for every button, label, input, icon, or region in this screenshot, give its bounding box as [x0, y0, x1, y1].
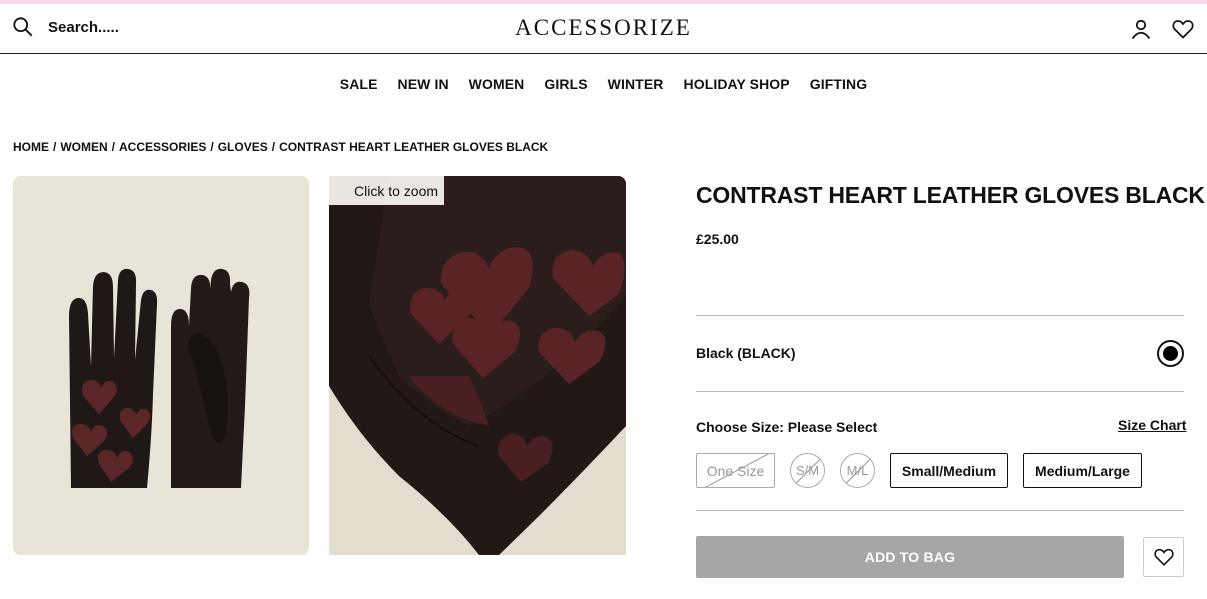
breadcrumb-separator: / [271, 140, 276, 154]
size-option-s-m[interactable]: S/M [790, 453, 825, 488]
wishlist-heart-icon[interactable] [1171, 17, 1195, 41]
breadcrumb-current: CONTRAST HEART LEATHER GLOVES BLACK [279, 140, 549, 154]
divider [696, 510, 1184, 511]
size-option-medium-large[interactable]: Medium/Large [1023, 453, 1142, 488]
heart-icon [1153, 548, 1174, 566]
product-image-main[interactable] [13, 176, 309, 555]
product-title: CONTRAST HEART LEATHER GLOVES BLACK [696, 182, 1205, 208]
breadcrumb-separator: / [53, 140, 57, 154]
size-chart-link[interactable]: Size Chart [1118, 417, 1186, 433]
left-glove [69, 268, 158, 488]
size-option-one-size[interactable]: One Size [696, 453, 775, 488]
nav-item-winter[interactable]: WINTER [608, 76, 664, 92]
add-to-wishlist-button[interactable] [1143, 537, 1184, 577]
breadcrumb-home[interactable]: HOME [13, 140, 49, 154]
colour-label: Black (BLACK) [696, 345, 796, 361]
size-label: One Size [706, 462, 765, 479]
nav-item-women[interactable]: WOMEN [469, 76, 525, 92]
nav-item-holiday-shop[interactable]: HOLIDAY SHOP [684, 76, 790, 92]
colour-swatch-black[interactable] [1157, 340, 1184, 367]
choose-size-label: Choose Size: Please Select [696, 419, 878, 435]
breadcrumb: HOME / WOMEN / ACCESSORIES / GLOVES / CONTRA… [13, 140, 548, 154]
nav-item-new-in[interactable]: NEW IN [398, 76, 449, 92]
product-image-closeup[interactable]: Click to zoom [329, 176, 626, 555]
site-logo[interactable]: ACCESSORIZE [0, 15, 1207, 41]
nav-item-girls[interactable]: GIRLS [544, 76, 587, 92]
breadcrumb-separator: / [210, 140, 214, 154]
nav-item-sale[interactable]: SALE [340, 76, 378, 92]
main-navigation: SALE NEW IN WOMEN GIRLS WINTER HOLIDAY S… [0, 76, 1207, 92]
size-label: S/M [795, 463, 820, 478]
breadcrumb-accessories[interactable]: ACCESSORIES [119, 140, 206, 154]
product-price: £25.00 [696, 231, 739, 247]
site-header: ACCESSORIZE [0, 4, 1207, 54]
size-option-m-l[interactable]: M/L [840, 453, 875, 488]
size-option-small-medium[interactable]: Small/Medium [890, 453, 1008, 488]
click-to-zoom-label[interactable]: Click to zoom [329, 176, 445, 205]
divider [696, 315, 1184, 316]
size-label: Small/Medium [901, 462, 997, 479]
breadcrumb-women[interactable]: WOMEN [60, 140, 107, 154]
add-to-bag-button[interactable]: ADD TO BAG [696, 536, 1124, 578]
breadcrumb-separator: / [111, 140, 116, 154]
gloves-closeup-image [329, 176, 626, 555]
size-label: Medium/Large [1035, 462, 1130, 479]
size-label: M/L [846, 463, 869, 478]
nav-item-gifting[interactable]: GIFTING [810, 76, 867, 92]
gloves-pair-image [13, 176, 309, 555]
divider [696, 391, 1184, 392]
account-icon[interactable] [1129, 17, 1153, 41]
breadcrumb-gloves[interactable]: GLOVES [218, 140, 268, 154]
